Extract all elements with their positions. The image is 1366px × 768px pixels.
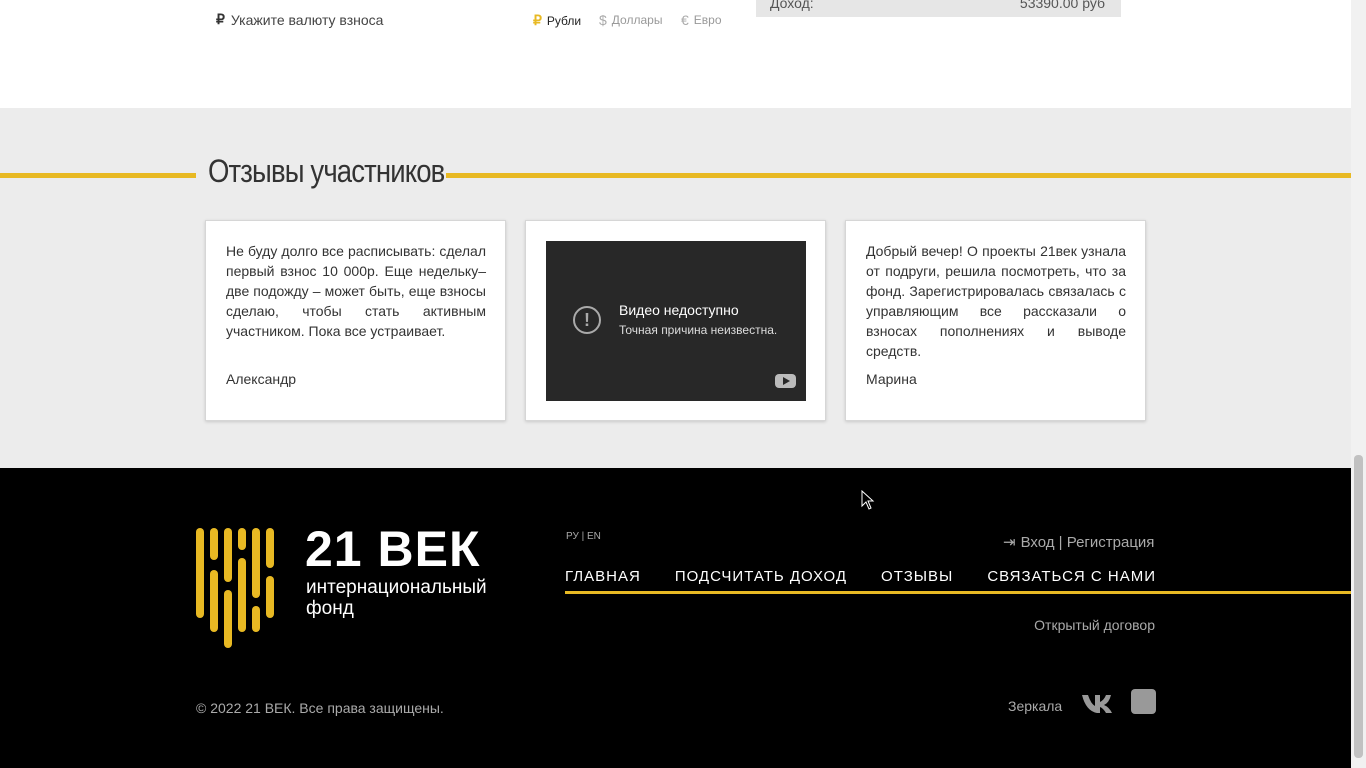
income-label: Доход: (770, 0, 814, 11)
reviews-section: Отзывы участников Не буду долго все расп… (0, 108, 1351, 468)
mouse-cursor-icon (861, 490, 875, 510)
vk-icon[interactable] (1081, 692, 1113, 714)
nav-underline (565, 591, 1351, 594)
nav-item-home[interactable]: ГЛАВНАЯ (565, 568, 641, 585)
currency-option-usd[interactable]: $ Доллары (599, 12, 662, 28)
language-switch[interactable]: РУ | EN (566, 531, 601, 542)
scrollbar-thumb[interactable] (1354, 455, 1363, 758)
review-video-card: ! Видео недоступно Точная причина неизве… (525, 220, 826, 421)
currency-option-eur[interactable]: € Евро (681, 12, 722, 28)
ruble-icon: ₽ (216, 11, 225, 27)
currency-option-label: Евро (693, 13, 722, 27)
nav-item-contact[interactable]: СВЯЗАТЬСЯ С НАМИ (987, 568, 1156, 585)
currency-option-rub[interactable]: ₽ Рубли (533, 12, 581, 29)
reviews-title: Отзывы участников (208, 153, 445, 189)
currency-prompt-label: Укажите валюту взноса (230, 11, 384, 28)
dollar-icon: $ (599, 12, 607, 28)
logo-title: 21 ВЕК (305, 521, 481, 577)
scrollbar[interactable] (1351, 0, 1366, 768)
currency-prompt: ₽ Укажите валюту взноса (216, 11, 383, 28)
sign-in-icon: ⇥ (1003, 534, 1016, 551)
footer-nav: ГЛАВНАЯ ПОДСЧИТАТЬ ДОХОД ОТЗЫВЫ СВЯЗАТЬС… (565, 568, 1156, 585)
video-unavailable-title: Видео недоступно (619, 302, 739, 318)
review-card: Не буду долго все расписывать: сделал пе… (205, 220, 506, 421)
mirrors-link[interactable]: Зеркала (1008, 698, 1062, 714)
login-label: Вход | Регистрация (1020, 533, 1155, 551)
currency-option-label: Рубли (546, 13, 582, 28)
nav-item-reviews[interactable]: ОТЗЫВЫ (881, 568, 953, 585)
review-author: Александр (226, 371, 297, 387)
contract-link[interactable]: Открытый договор (1034, 617, 1155, 633)
review-card: Добрый вечер! О проекты 21век узнала от … (845, 220, 1146, 421)
youtube-icon[interactable] (775, 374, 796, 388)
copyright: © 2022 21 ВЕК. Все права защищены. (196, 700, 444, 716)
euro-icon: € (681, 12, 689, 28)
nav-item-calculate[interactable]: ПОДСЧИТАТЬ ДОХОД (675, 568, 847, 585)
review-text: Добрый вечер! О проекты 21век узнала от … (866, 243, 1126, 359)
logo-subtitle: фонд (306, 598, 354, 619)
review-author: Марина (866, 371, 917, 387)
youtube-icon[interactable] (1131, 689, 1156, 714)
login-link[interactable]: ⇥ Вход | Регистрация (1003, 533, 1155, 552)
calculator-bottom: ₽ Укажите валюту взноса ₽ Рубли $ Доллар… (0, 0, 1351, 108)
title-divider-right (446, 173, 1351, 178)
ruble-icon: ₽ (533, 12, 542, 28)
review-text: Не буду долго все расписывать: сделал пе… (226, 243, 486, 339)
exclamation-icon: ! (573, 306, 601, 334)
income-result: Доход: 53390.00 руб (756, 0, 1121, 17)
logo-bars-icon (196, 528, 274, 648)
currency-option-label: Доллары (611, 13, 663, 27)
logo-subtitle: интернациональный (306, 577, 487, 598)
video-player[interactable]: ! Видео недоступно Точная причина неизве… (546, 241, 806, 401)
title-divider-left (0, 173, 196, 178)
income-value: 53390.00 руб (1019, 0, 1105, 11)
video-unavailable-reason: Точная причина неизвестна. (619, 323, 778, 337)
footer: 21 ВЕК интернациональный фонд РУ | EN ⇥ … (0, 468, 1351, 768)
